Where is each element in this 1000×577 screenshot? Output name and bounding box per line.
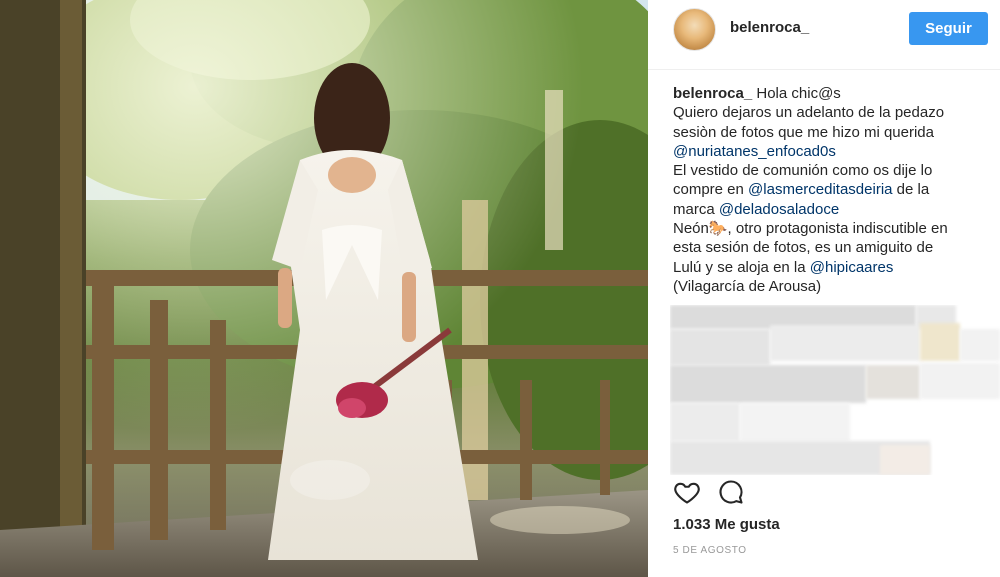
post-date[interactable]: 5 DE AGOSTO xyxy=(673,545,747,556)
mention-link[interactable]: @lasmerceditasdeiria xyxy=(748,181,892,198)
caption-text: compre en xyxy=(673,181,749,199)
caption-text: de la xyxy=(892,181,930,199)
caption-line: belenroca_ Hola chic@s xyxy=(673,84,991,103)
caption-line: compre en @lasmerceditasdeiria de la xyxy=(673,180,991,199)
caption-line: Lulú y se aloja en la @hipicaares xyxy=(673,258,991,277)
caption-text: El vestido de comunión como os dije lo xyxy=(673,162,933,180)
caption-username[interactable]: belenroca_ xyxy=(673,85,752,102)
avatar[interactable] xyxy=(673,8,716,51)
caption-text: esta sesión de fotos, es un amiguito de xyxy=(673,239,934,257)
caption-text: Quiero dejaros un adelanto de la pedazo xyxy=(673,104,945,122)
photo-girl-communion-dress xyxy=(0,0,648,577)
caption-text: Hola chic@s xyxy=(752,85,841,102)
caption-text: Lulú y se aloja en la xyxy=(673,258,810,276)
post-caption: belenroca_ Hola chic@s Quiero dejaros un … xyxy=(673,84,991,296)
caption-line: sesiòn de fotos que me hizo mi querida xyxy=(673,123,991,142)
caption-text: (Vilagarcía de Arousa) xyxy=(673,277,822,295)
caption-text: sesiòn de fotos que me hizo mi querida xyxy=(673,123,934,141)
comments-blurred xyxy=(670,305,1000,475)
caption-text: Neón🐎, otro protagonista indiscutible en xyxy=(673,220,948,238)
follow-button[interactable]: Seguir xyxy=(909,12,988,45)
caption-line: @nuriatanes_enfocad0s xyxy=(673,142,991,161)
caption-text: marca xyxy=(673,200,719,218)
mention-link[interactable]: @deladosaladoce xyxy=(719,201,839,218)
heart-icon[interactable] xyxy=(673,478,701,506)
comment-bubble-icon[interactable] xyxy=(717,478,745,506)
likes-count[interactable]: 1.033 Me gusta xyxy=(673,516,780,533)
post-photo[interactable] xyxy=(0,0,648,577)
mention-link[interactable]: @hipicaares xyxy=(810,259,894,276)
caption-line: Neón🐎, otro protagonista indiscutible en xyxy=(673,219,991,238)
post-side-panel: belenroca_ Seguir belenroca_ Hola chic@s… xyxy=(648,0,1000,577)
caption-line: (Vilagarcía de Arousa) xyxy=(673,277,991,296)
mention-link[interactable]: @nuriatanes_enfocad0s xyxy=(673,143,836,160)
caption-line: Quiero dejaros un adelanto de la pedazo xyxy=(673,103,991,122)
likes-number: 1.033 xyxy=(673,516,711,533)
caption-line: marca @deladosaladoce xyxy=(673,200,991,219)
likes-label: Me gusta xyxy=(714,516,780,533)
post-header: belenroca_ Seguir xyxy=(648,0,1000,70)
username[interactable]: belenroca_ xyxy=(730,19,809,36)
post-actions xyxy=(673,478,773,508)
caption-line: El vestido de comunión como os dije lo xyxy=(673,161,991,180)
caption-line: esta sesión de fotos, es un amiguito de xyxy=(673,238,991,257)
